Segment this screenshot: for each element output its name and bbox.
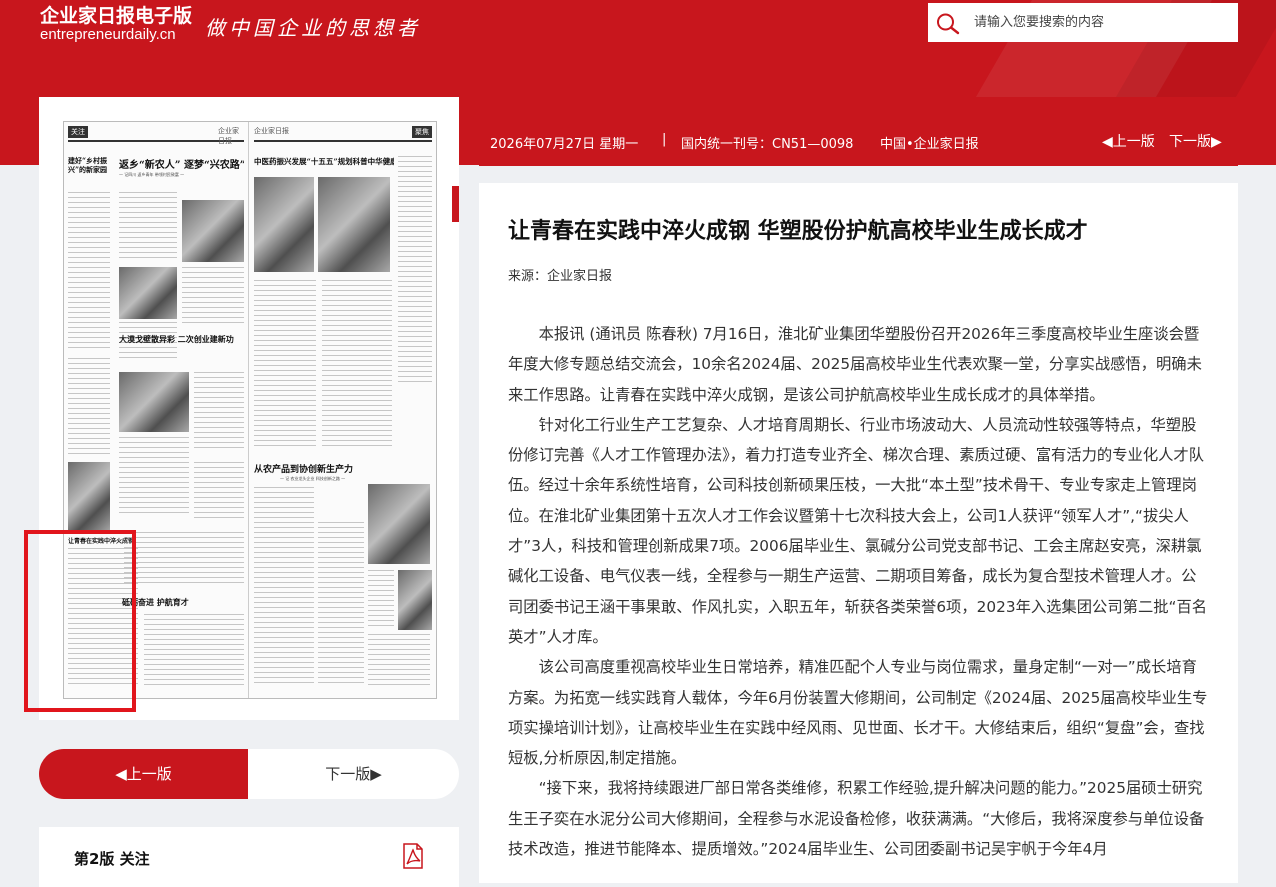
page-header-name: 企业家日报 — [254, 127, 289, 135]
edition-issn: 国内统一刊号：CN51—0098 — [681, 137, 854, 152]
page-section-tag: 聚焦 — [412, 126, 432, 138]
selected-article-area[interactable] — [24, 530, 136, 712]
newspaper-headline: 从农产品到协创新生产力 — [254, 465, 354, 475]
caret-right-icon: ▶ — [370, 765, 382, 783]
panel-accent-bar — [452, 186, 459, 222]
article-body: 本报讯 (通讯员 陈春秋) 7月16日，淮北矿业集团华塑股份召开2026年三季度… — [508, 319, 1208, 864]
prev-page-label: 上一版 — [126, 765, 172, 783]
prev-page-button[interactable]: ◀上一版 — [39, 749, 248, 799]
page-section-title: 第2版 关注 — [74, 850, 150, 868]
page-pager: ◀上一版 下一版▶ — [39, 749, 459, 799]
site-slogan: 做中国企业的思想者 — [205, 16, 421, 40]
newspaper-headline: 返乡“新农人” 逐梦“兴农路” — [119, 160, 244, 171]
article-paragraph: 针对化工行业生产工艺复杂、人才培育周期长、行业市场波动大、人员流动性较强等特点，… — [508, 415, 1208, 646]
page-section-card: 第2版 关注 — [39, 827, 459, 887]
edition-info-bar: 2026年07月27日 星期一 | 国内统一刊号：CN51—0098 中国•企业… — [479, 97, 1238, 166]
site-logo-domain[interactable]: entrepreneurdaily.cn — [40, 26, 176, 43]
caret-left-icon: ◀ — [1102, 134, 1113, 150]
search-input[interactable] — [968, 3, 1240, 42]
article-panel: 让青春在实践中淬火成钢 华塑股份护航高校毕业生成长成才 来源：企业家日报 本报讯… — [479, 183, 1238, 883]
article-paragraph: 该公司高度重视高校毕业生日常培养，精准匹配个人专业与岗位需求，量身定制“一对一”… — [508, 658, 1208, 768]
site-logo-title[interactable]: 企业家日报电子版 — [40, 1, 192, 28]
article-paragraph: 本报讯 (通讯员 陈春秋) 7月16日，淮北矿业集团华塑股份召开2026年三季度… — [508, 325, 1202, 404]
article-title: 让青春在实践中淬火成钢 华塑股份护航高校毕业生成长成才 — [508, 219, 1088, 244]
pdf-icon[interactable] — [401, 843, 425, 869]
prev-edition-link[interactable]: ◀上一版 — [1102, 131, 1155, 151]
next-page-label: 下一版 — [325, 765, 371, 783]
search-box — [928, 3, 1240, 42]
newspaper-headline: 中医药振兴发展“十五五”规划科普中华健康新篇章 — [254, 157, 394, 166]
prev-edition-label: 上一版 — [1112, 134, 1155, 150]
caret-left-icon: ◀ — [115, 765, 127, 783]
next-edition-link[interactable]: 下一版▶ — [1169, 131, 1222, 151]
newspaper-headline: 建好“乡村振兴”的新家园 — [68, 156, 108, 174]
next-edition-label: 下一版 — [1169, 134, 1211, 150]
page-header: 关注 企业家日报 — [68, 126, 244, 145]
page-section-tag: 关注 — [68, 126, 88, 138]
newspaper-headline: 砥砺奋进 护航育才 — [122, 597, 189, 607]
info-separator: | — [662, 132, 667, 147]
publication-name: 中国•企业家日报 — [880, 137, 979, 152]
search-icon[interactable] — [936, 11, 960, 35]
caret-right-icon: ▶ — [1211, 134, 1222, 150]
newspaper-headline: 大漠戈壁散异彩 二次创业建新功 — [119, 334, 234, 344]
article-source: 来源：企业家日报 — [508, 269, 613, 284]
next-page-button[interactable]: 下一版▶ — [248, 749, 459, 799]
newspaper-right-page: 企业家日报 聚焦 中医药振兴发展“十五五”规划科普中华健康新篇章 从农产品到协创… — [250, 122, 436, 698]
article-paragraph: “接下来，我将持续跟进厂部日常各类维修，积累工作经验,提升解决问题的能力。”20… — [508, 779, 1205, 859]
page-header-name: 企业家日报 — [218, 127, 239, 145]
page-header: 企业家日报 聚焦 — [254, 126, 432, 142]
edition-date: 2026年07月27日 星期一 — [490, 137, 639, 152]
